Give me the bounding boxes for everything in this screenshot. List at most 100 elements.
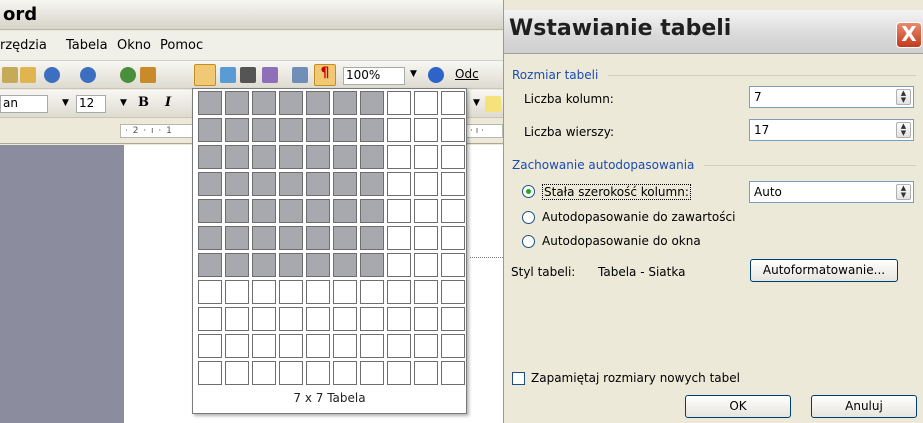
font-dropdown-icon[interactable]: ▼ [62,98,69,108]
grid-cell[interactable] [441,226,465,250]
autoformat-button[interactable]: Autoformatowanie... [750,259,898,282]
grid-cell[interactable] [225,280,249,304]
remember-size-label[interactable]: Zapamiętaj rozmiary nowych tabel [531,371,740,385]
grid-cell[interactable] [387,280,411,304]
fixed-width-spinner[interactable]: Auto ▲ ▼ [749,181,914,203]
undo-icon[interactable] [44,67,60,83]
grid-cell[interactable] [360,280,384,304]
grid-cell[interactable] [252,118,276,142]
grid-cell[interactable] [252,307,276,331]
grid-cell[interactable] [252,199,276,223]
grid-cell[interactable] [441,253,465,277]
grid-cell[interactable] [279,307,303,331]
grid-cell[interactable] [225,91,249,115]
grid-cell[interactable] [198,226,222,250]
grid-cell[interactable] [414,226,438,250]
menu-help[interactable]: Pomoc [160,38,203,53]
rows-spinner[interactable]: 17 ▲ ▼ [749,119,914,141]
grid-cell[interactable] [333,361,357,385]
grid-cell[interactable] [306,118,330,142]
grid-cell[interactable] [306,226,330,250]
font-name-select[interactable]: an [0,95,48,113]
document-map-icon[interactable] [292,67,308,83]
grid-cell[interactable] [279,145,303,169]
grid-cell[interactable] [252,172,276,196]
grid-cell[interactable] [252,280,276,304]
columns-icon[interactable] [240,67,256,83]
bold-button[interactable]: B [138,95,149,110]
grid-cell[interactable] [225,361,249,385]
grid-cell[interactable] [306,280,330,304]
grid-cell[interactable] [333,253,357,277]
grid-cell[interactable] [387,91,411,115]
grid-cell[interactable] [414,199,438,223]
spin-arrows-icon[interactable]: ▲ ▼ [896,89,911,105]
grid-cell[interactable] [414,118,438,142]
grid-cell[interactable] [306,91,330,115]
grid-cell[interactable] [441,361,465,385]
grid-cell[interactable] [306,307,330,331]
grid-cell[interactable] [387,199,411,223]
grid-cell[interactable] [387,334,411,358]
grid-cell[interactable] [387,253,411,277]
grid-cell[interactable] [441,307,465,331]
help-icon[interactable] [428,67,444,83]
grid-cell[interactable] [441,118,465,142]
grid-cell[interactable] [279,199,303,223]
grid-cell[interactable] [198,253,222,277]
grid-cell[interactable] [333,172,357,196]
grid-cell[interactable] [252,91,276,115]
grid-cell[interactable] [414,145,438,169]
spin-arrows-icon[interactable]: ▲ ▼ [896,184,911,200]
grid-cell[interactable] [198,145,222,169]
menu-tools[interactable]: rzędzia [0,38,47,53]
grid-cell[interactable] [279,118,303,142]
grid-cell[interactable] [360,253,384,277]
grid-cell[interactable] [441,280,465,304]
grid-cell[interactable] [252,145,276,169]
grid-cell[interactable] [306,361,330,385]
grid-cell[interactable] [252,361,276,385]
grid-cell[interactable] [414,172,438,196]
grid-cell[interactable] [279,253,303,277]
ok-button[interactable]: OK [685,395,791,418]
radio-fixed-label[interactable]: Stała szerokość kolumn: [542,184,691,200]
radio-autofit-window[interactable] [522,235,535,248]
grid-cell[interactable] [441,334,465,358]
grid-cell[interactable] [225,172,249,196]
grid-cell[interactable] [360,307,384,331]
grid-cell[interactable] [279,280,303,304]
grid-cell[interactable] [225,253,249,277]
grid-cell[interactable] [333,91,357,115]
grid-cell[interactable] [333,307,357,331]
grid-cell[interactable] [279,91,303,115]
format-painter-icon[interactable] [20,67,36,83]
grid-cell[interactable] [360,199,384,223]
grid-cell[interactable] [360,91,384,115]
grid-cell[interactable] [441,145,465,169]
grid-cell[interactable] [414,334,438,358]
redo-icon[interactable] [80,67,96,83]
grid-cell[interactable] [279,172,303,196]
hyperlink-icon[interactable] [120,67,136,83]
cancel-button[interactable]: Anuluj [811,395,917,418]
grid-cell[interactable] [306,172,330,196]
grid-cell[interactable] [225,199,249,223]
grid-cell[interactable] [279,226,303,250]
format-dropdown-icon[interactable]: ▼ [473,98,480,108]
grid-cell[interactable] [387,145,411,169]
grid-cell[interactable] [360,334,384,358]
grid-cell[interactable] [198,91,222,115]
grid-cell[interactable] [387,307,411,331]
grid-cell[interactable] [198,199,222,223]
read-button[interactable]: Odc [455,67,479,81]
insert-table-icon[interactable] [194,64,216,86]
radio-fixed-width[interactable] [522,185,535,198]
font-size-select[interactable]: 12 [76,95,106,113]
grid-cell[interactable] [306,253,330,277]
grid-cell[interactable] [198,280,222,304]
grid-cell[interactable] [387,361,411,385]
grid-cell[interactable] [225,307,249,331]
grid-cell[interactable] [360,145,384,169]
grid-cell[interactable] [198,118,222,142]
